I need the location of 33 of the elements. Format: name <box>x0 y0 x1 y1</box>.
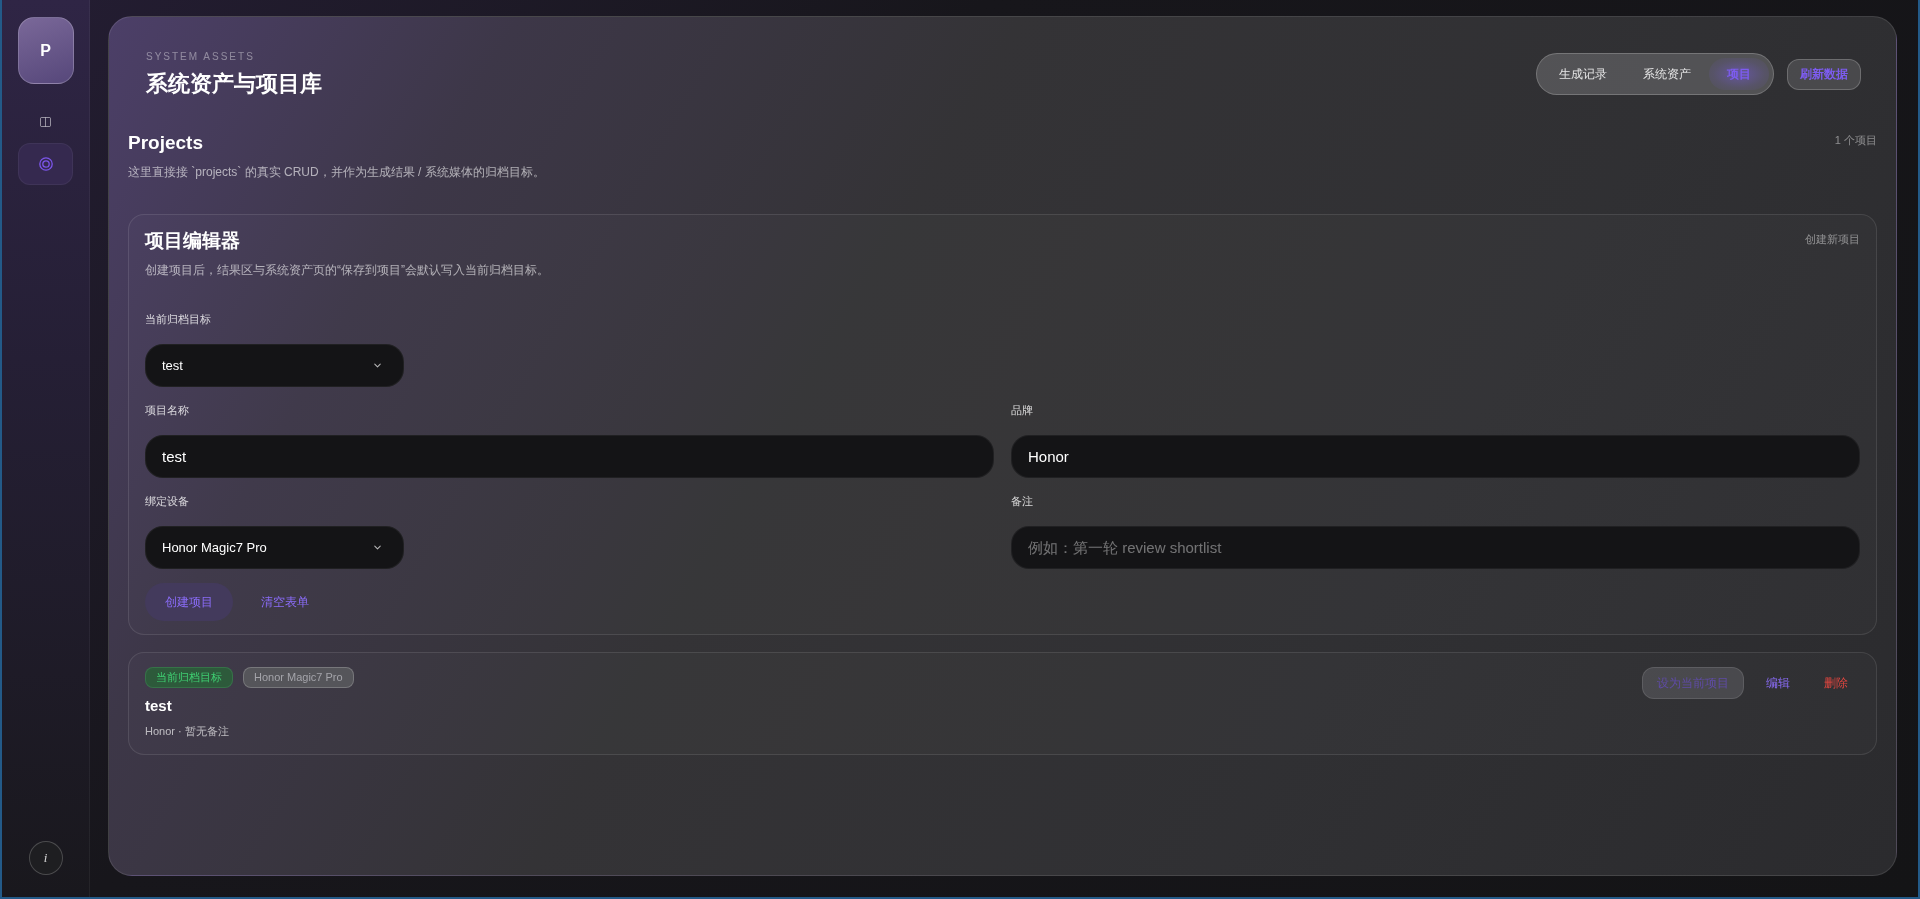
info-button[interactable]: i <box>28 841 63 875</box>
archive-target-select[interactable]: test <box>145 344 404 387</box>
target-icon <box>38 157 53 171</box>
editor-description: 创建项目后，结果区与系统资产页的“保存到项目”会默认写入当前归档目标。 <box>145 262 549 279</box>
text-input[interactable]: 例如：第一轮 review shortlist <box>1011 526 1860 569</box>
project-count: 1 个项目 <box>1834 133 1877 148</box>
project-name: test <box>145 696 173 716</box>
section-description: 这里直接接 `projects` 的真实 CRUD，并作为生成结果 / 系统媒体的归档目标。 <box>128 164 545 181</box>
delete-link[interactable]: 删除 <box>1812 667 1860 699</box>
columns-icon <box>40 117 51 127</box>
section-title: Projects <box>128 131 204 155</box>
tab[interactable]: 系统资产 <box>1625 58 1709 90</box>
field-label: 项目名称 <box>145 403 190 418</box>
editor-title: 项目编辑器 <box>145 229 241 253</box>
new-project-link[interactable]: 创建新项目 <box>1805 231 1860 247</box>
field-label: 品牌 <box>1011 403 1034 418</box>
current-target-badge: 当前归档目标 <box>145 667 233 688</box>
text-input[interactable]: test <box>145 435 994 478</box>
chevron-down-icon <box>372 542 383 553</box>
chevron-down-icon <box>372 360 383 371</box>
sidebar-item[interactable] <box>18 143 73 185</box>
device-select[interactable]: Honor Magic7 Pro <box>145 526 404 569</box>
page-title: 系统资产与项目库 <box>146 70 322 98</box>
tab[interactable]: 生成记录 <box>1541 58 1625 90</box>
device-badge: Honor Magic7 Pro <box>243 667 354 688</box>
field-label: 备注 <box>1011 494 1034 509</box>
eyebrow-label: SYSTEM ASSETS <box>146 51 256 63</box>
edit-link[interactable]: 编辑 <box>1754 667 1802 699</box>
field-label: 当前归档目标 <box>145 312 212 327</box>
logo-tile[interactable]: P <box>17 17 74 84</box>
text-input[interactable]: Honor <box>1011 435 1860 478</box>
field-label: 绑定设备 <box>145 494 190 509</box>
project-meta: Honor · 暂无备注 <box>145 724 230 739</box>
